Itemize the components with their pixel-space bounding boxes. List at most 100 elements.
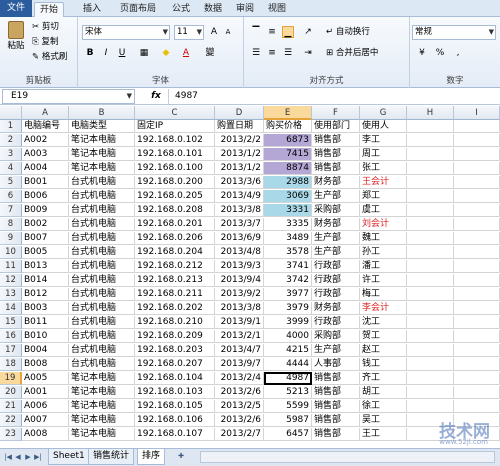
cell-c3[interactable]: 192.168.0.101 — [135, 148, 215, 161]
cell-h20[interactable] — [407, 386, 454, 399]
format-painter-button[interactable]: ✎ 格式刷 — [32, 51, 67, 64]
cell-f16[interactable]: 采购部 — [312, 330, 360, 343]
row-header[interactable]: 10 — [0, 246, 22, 259]
cell-f6[interactable]: 生产部 — [312, 190, 360, 203]
cell-h3[interactable] — [407, 148, 454, 161]
cell-h1[interactable] — [407, 120, 454, 133]
cell-c17[interactable]: 192.168.0.203 — [135, 344, 215, 357]
horizontal-scrollbar[interactable] — [200, 451, 495, 463]
prev-sheet-icon[interactable]: ◀ — [14, 452, 22, 462]
cell-i20[interactable] — [454, 386, 500, 399]
cell-b2[interactable]: 笔记本电脑 — [69, 134, 135, 147]
cell-a23[interactable]: A008 — [22, 428, 69, 441]
cell-c6[interactable]: 192.168.0.205 — [135, 190, 215, 203]
cell-b7[interactable]: 台式机电脑 — [69, 204, 135, 217]
cell-f17[interactable]: 生产部 — [312, 344, 360, 357]
cell-a17[interactable]: B004 — [22, 344, 69, 357]
cell-a18[interactable]: B008 — [22, 358, 69, 371]
cell-a9[interactable]: B007 — [22, 232, 69, 245]
cell-f13[interactable]: 行政部 — [312, 288, 360, 301]
cell-f12[interactable]: 行政部 — [312, 274, 360, 287]
cell-b14[interactable]: 台式机电脑 — [69, 302, 135, 315]
align-top-icon[interactable]: ▔ — [250, 26, 262, 38]
column-header-e[interactable]: E — [264, 106, 312, 120]
cell-g7[interactable]: 虞工 — [360, 204, 407, 217]
cell-f18[interactable]: 人事部 — [312, 358, 360, 371]
cell-d19[interactable]: 2013/2/4 — [215, 372, 264, 385]
cell-d5[interactable]: 2013/3/6 — [215, 176, 264, 189]
cell-h7[interactable] — [407, 204, 454, 217]
shrink-font-button[interactable]: A — [222, 26, 234, 38]
number-format-select[interactable]: 常规 ▼ — [412, 25, 496, 40]
cell-h10[interactable] — [407, 246, 454, 259]
cell-e10[interactable]: 3578 — [264, 246, 312, 259]
cell-e19[interactable]: 4987 — [264, 372, 312, 385]
cell-b10[interactable]: 台式机电脑 — [69, 246, 135, 259]
cell-b8[interactable]: 台式机电脑 — [69, 218, 135, 231]
cell-h14[interactable] — [407, 302, 454, 315]
cell-f11[interactable]: 行政部 — [312, 260, 360, 273]
cell-i2[interactable] — [454, 134, 500, 147]
cell-f8[interactable]: 财务部 — [312, 218, 360, 231]
insert-sheet-icon[interactable]: ✚ — [174, 451, 188, 461]
percent-button[interactable]: % — [434, 47, 446, 59]
cell-g15[interactable]: 沈工 — [360, 316, 407, 329]
cell-e4[interactable]: 8874 — [264, 162, 312, 175]
cell-b23[interactable]: 笔记本电脑 — [69, 428, 135, 441]
cell-h16[interactable] — [407, 330, 454, 343]
cell-f7[interactable]: 采购部 — [312, 204, 360, 217]
cell-e18[interactable]: 4444 — [264, 358, 312, 371]
borders-icon[interactable]: ▦ — [138, 47, 150, 59]
cell-c5[interactable]: 192.168.0.200 — [135, 176, 215, 189]
cell-a15[interactable]: B011 — [22, 316, 69, 329]
cell-d12[interactable]: 2013/9/4 — [215, 274, 264, 287]
cell-a11[interactable]: B013 — [22, 260, 69, 273]
cell-a1[interactable]: 电脑编号 — [22, 120, 69, 133]
cell-i17[interactable] — [454, 344, 500, 357]
cell-h5[interactable] — [407, 176, 454, 189]
tab-page-layout[interactable]: 页面布局 — [112, 2, 164, 17]
cell-g21[interactable]: 徐工 — [360, 400, 407, 413]
font-name-select[interactable]: 宋体 ▼ — [82, 25, 170, 40]
cell-d10[interactable]: 2013/4/8 — [215, 246, 264, 259]
row-header[interactable]: 14 — [0, 302, 22, 315]
cell-g22[interactable]: 吴工 — [360, 414, 407, 427]
tab-view[interactable]: 视图 — [263, 2, 291, 17]
cell-f23[interactable]: 销售部 — [312, 428, 360, 441]
cell-e16[interactable]: 4000 — [264, 330, 312, 343]
cell-g9[interactable]: 魏工 — [360, 232, 407, 245]
sheet-tab-sheet1[interactable]: Sheet1 — [48, 449, 90, 465]
row-header[interactable]: 11 — [0, 260, 22, 273]
cell-d13[interactable]: 2013/9/2 — [215, 288, 264, 301]
align-left-icon[interactable]: ☰ — [250, 47, 262, 59]
cell-b1[interactable]: 电脑类型 — [69, 120, 135, 133]
cell-f1[interactable]: 使用部门 — [312, 120, 360, 133]
row-header[interactable]: 6 — [0, 190, 22, 203]
cell-h11[interactable] — [407, 260, 454, 273]
column-header-g[interactable]: G — [360, 106, 407, 120]
cell-f5[interactable]: 财务部 — [312, 176, 360, 189]
paste-button[interactable]: 粘贴 — [4, 21, 28, 51]
cell-h12[interactable] — [407, 274, 454, 287]
sheet-tab-sort[interactable]: 排序 — [137, 449, 166, 465]
cell-c8[interactable]: 192.168.0.201 — [135, 218, 215, 231]
cell-a10[interactable]: B005 — [22, 246, 69, 259]
row-header[interactable]: 18 — [0, 358, 22, 371]
cell-h18[interactable] — [407, 358, 454, 371]
cell-g23[interactable]: 王工 — [360, 428, 407, 441]
cell-b12[interactable]: 台式机电脑 — [69, 274, 135, 287]
cell-f9[interactable]: 生产部 — [312, 232, 360, 245]
cell-c19[interactable]: 192.168.0.104 — [135, 372, 215, 385]
cell-i15[interactable] — [454, 316, 500, 329]
cell-c12[interactable]: 192.168.0.213 — [135, 274, 215, 287]
cell-i9[interactable] — [454, 232, 500, 245]
cell-a5[interactable]: B001 — [22, 176, 69, 189]
cell-c9[interactable]: 192.168.0.206 — [135, 232, 215, 245]
cell-d21[interactable]: 2013/2/5 — [215, 400, 264, 413]
cell-h13[interactable] — [407, 288, 454, 301]
cell-c14[interactable]: 192.168.0.202 — [135, 302, 215, 315]
cell-a7[interactable]: B009 — [22, 204, 69, 217]
font-color-button[interactable]: A — [180, 47, 192, 59]
align-middle-icon[interactable]: ≡ — [266, 26, 278, 38]
tab-file[interactable]: 文件 — [0, 0, 32, 17]
